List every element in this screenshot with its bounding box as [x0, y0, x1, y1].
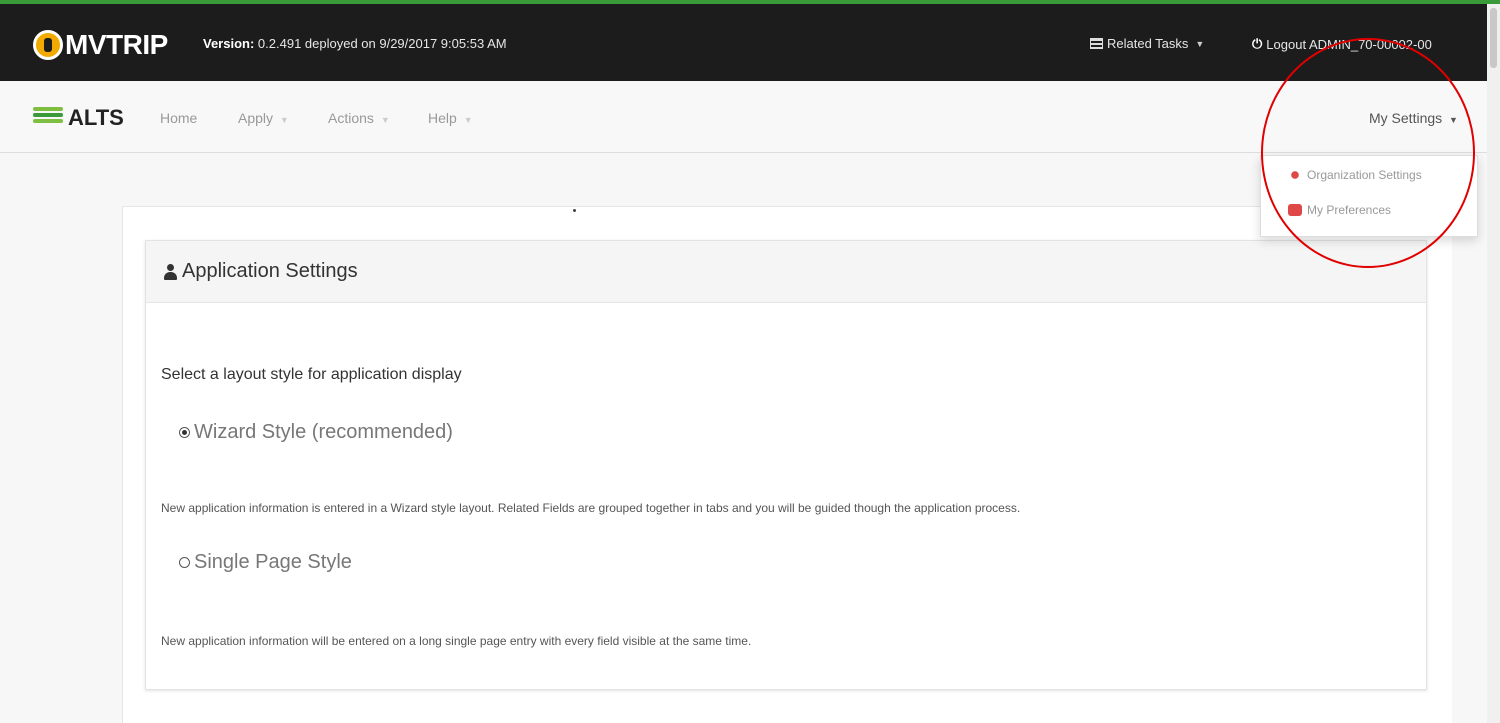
organization-settings-item[interactable]: Organization Settings: [1288, 168, 1422, 182]
chevron-down-icon: ▼: [380, 115, 390, 125]
chevron-down-icon: ▼: [1449, 115, 1458, 125]
nav-apply-label: Apply: [238, 110, 274, 126]
logout-link[interactable]: ⏻ Logout ADMIN_70-00002-00: [1252, 36, 1432, 52]
artifact-dot: [573, 209, 576, 212]
chevron-down-icon: ▼: [463, 115, 473, 125]
wizard-description: New application information is entered i…: [161, 501, 1021, 515]
mvtrip-logo-icon: [33, 30, 63, 60]
nav-home[interactable]: Home: [160, 110, 197, 126]
nav-apply[interactable]: Apply ▼: [238, 110, 289, 126]
nav-help-label: Help: [428, 110, 457, 126]
single-page-option[interactable]: Single Page Style: [179, 551, 352, 574]
card-header: Application Settings: [146, 241, 1426, 303]
version-info: Version: 0.2.491 deployed on 9/29/2017 9…: [203, 36, 507, 51]
wizard-radio[interactable]: [179, 427, 190, 438]
application-settings-card: Application Settings Select a layout sty…: [145, 240, 1427, 690]
alts-logo-text[interactable]: ALTS: [68, 105, 124, 131]
power-icon: ⏻: [1252, 36, 1263, 51]
mvtrip-brand[interactable]: MVTRIP: [33, 29, 168, 61]
page-scrollbar[interactable]: [1487, 4, 1500, 723]
version-text: 0.2.491 deployed on 9/29/2017 9:05:53 AM: [257, 36, 507, 51]
list-icon: [1090, 38, 1103, 49]
single-page-description: New application information will be ente…: [161, 634, 752, 648]
layout-prompt: Select a layout style for application di…: [161, 366, 462, 383]
my-settings-menu[interactable]: My Settings ▼: [1369, 110, 1458, 126]
top-header-bar: MVTRIP Version: 0.2.491 deployed on 9/29…: [0, 4, 1500, 81]
single-page-label: Single Page Style: [194, 551, 352, 573]
user-icon: [163, 263, 177, 280]
related-tasks-label: Related Tasks: [1107, 36, 1189, 51]
my-settings-dropdown: Organization Settings My Preferences: [1260, 155, 1478, 237]
main-navbar: ALTS Home Apply ▼ Actions ▼ Help ▼ My Se…: [0, 81, 1500, 153]
users-icon: [1288, 204, 1302, 216]
nav-help[interactable]: Help ▼: [428, 110, 473, 126]
scrollbar-thumb[interactable]: [1490, 8, 1497, 68]
single-page-radio[interactable]: [179, 557, 190, 568]
wizard-label: Wizard Style (recommended): [194, 421, 453, 443]
organization-settings-label: Organization Settings: [1307, 168, 1422, 182]
wizard-style-option[interactable]: Wizard Style (recommended): [179, 421, 453, 444]
my-settings-label: My Settings: [1369, 110, 1443, 126]
my-preferences-label: My Preferences: [1307, 203, 1392, 217]
nav-actions[interactable]: Actions ▼: [328, 110, 390, 126]
nav-actions-label: Actions: [328, 110, 374, 126]
chevron-down-icon: ▼: [279, 115, 289, 125]
alts-logo-icon: [33, 107, 63, 129]
related-tasks-menu[interactable]: Related Tasks ▼: [1090, 36, 1204, 51]
logout-label: Logout ADMIN_70-00002-00: [1266, 36, 1432, 52]
app-name: MVTRIP: [65, 29, 168, 60]
my-preferences-item[interactable]: My Preferences: [1288, 203, 1391, 217]
version-label: Version:: [203, 36, 255, 51]
chevron-down-icon: ▼: [1195, 38, 1205, 49]
gears-icon: [1288, 169, 1302, 181]
card-title: Application Settings: [182, 260, 358, 282]
